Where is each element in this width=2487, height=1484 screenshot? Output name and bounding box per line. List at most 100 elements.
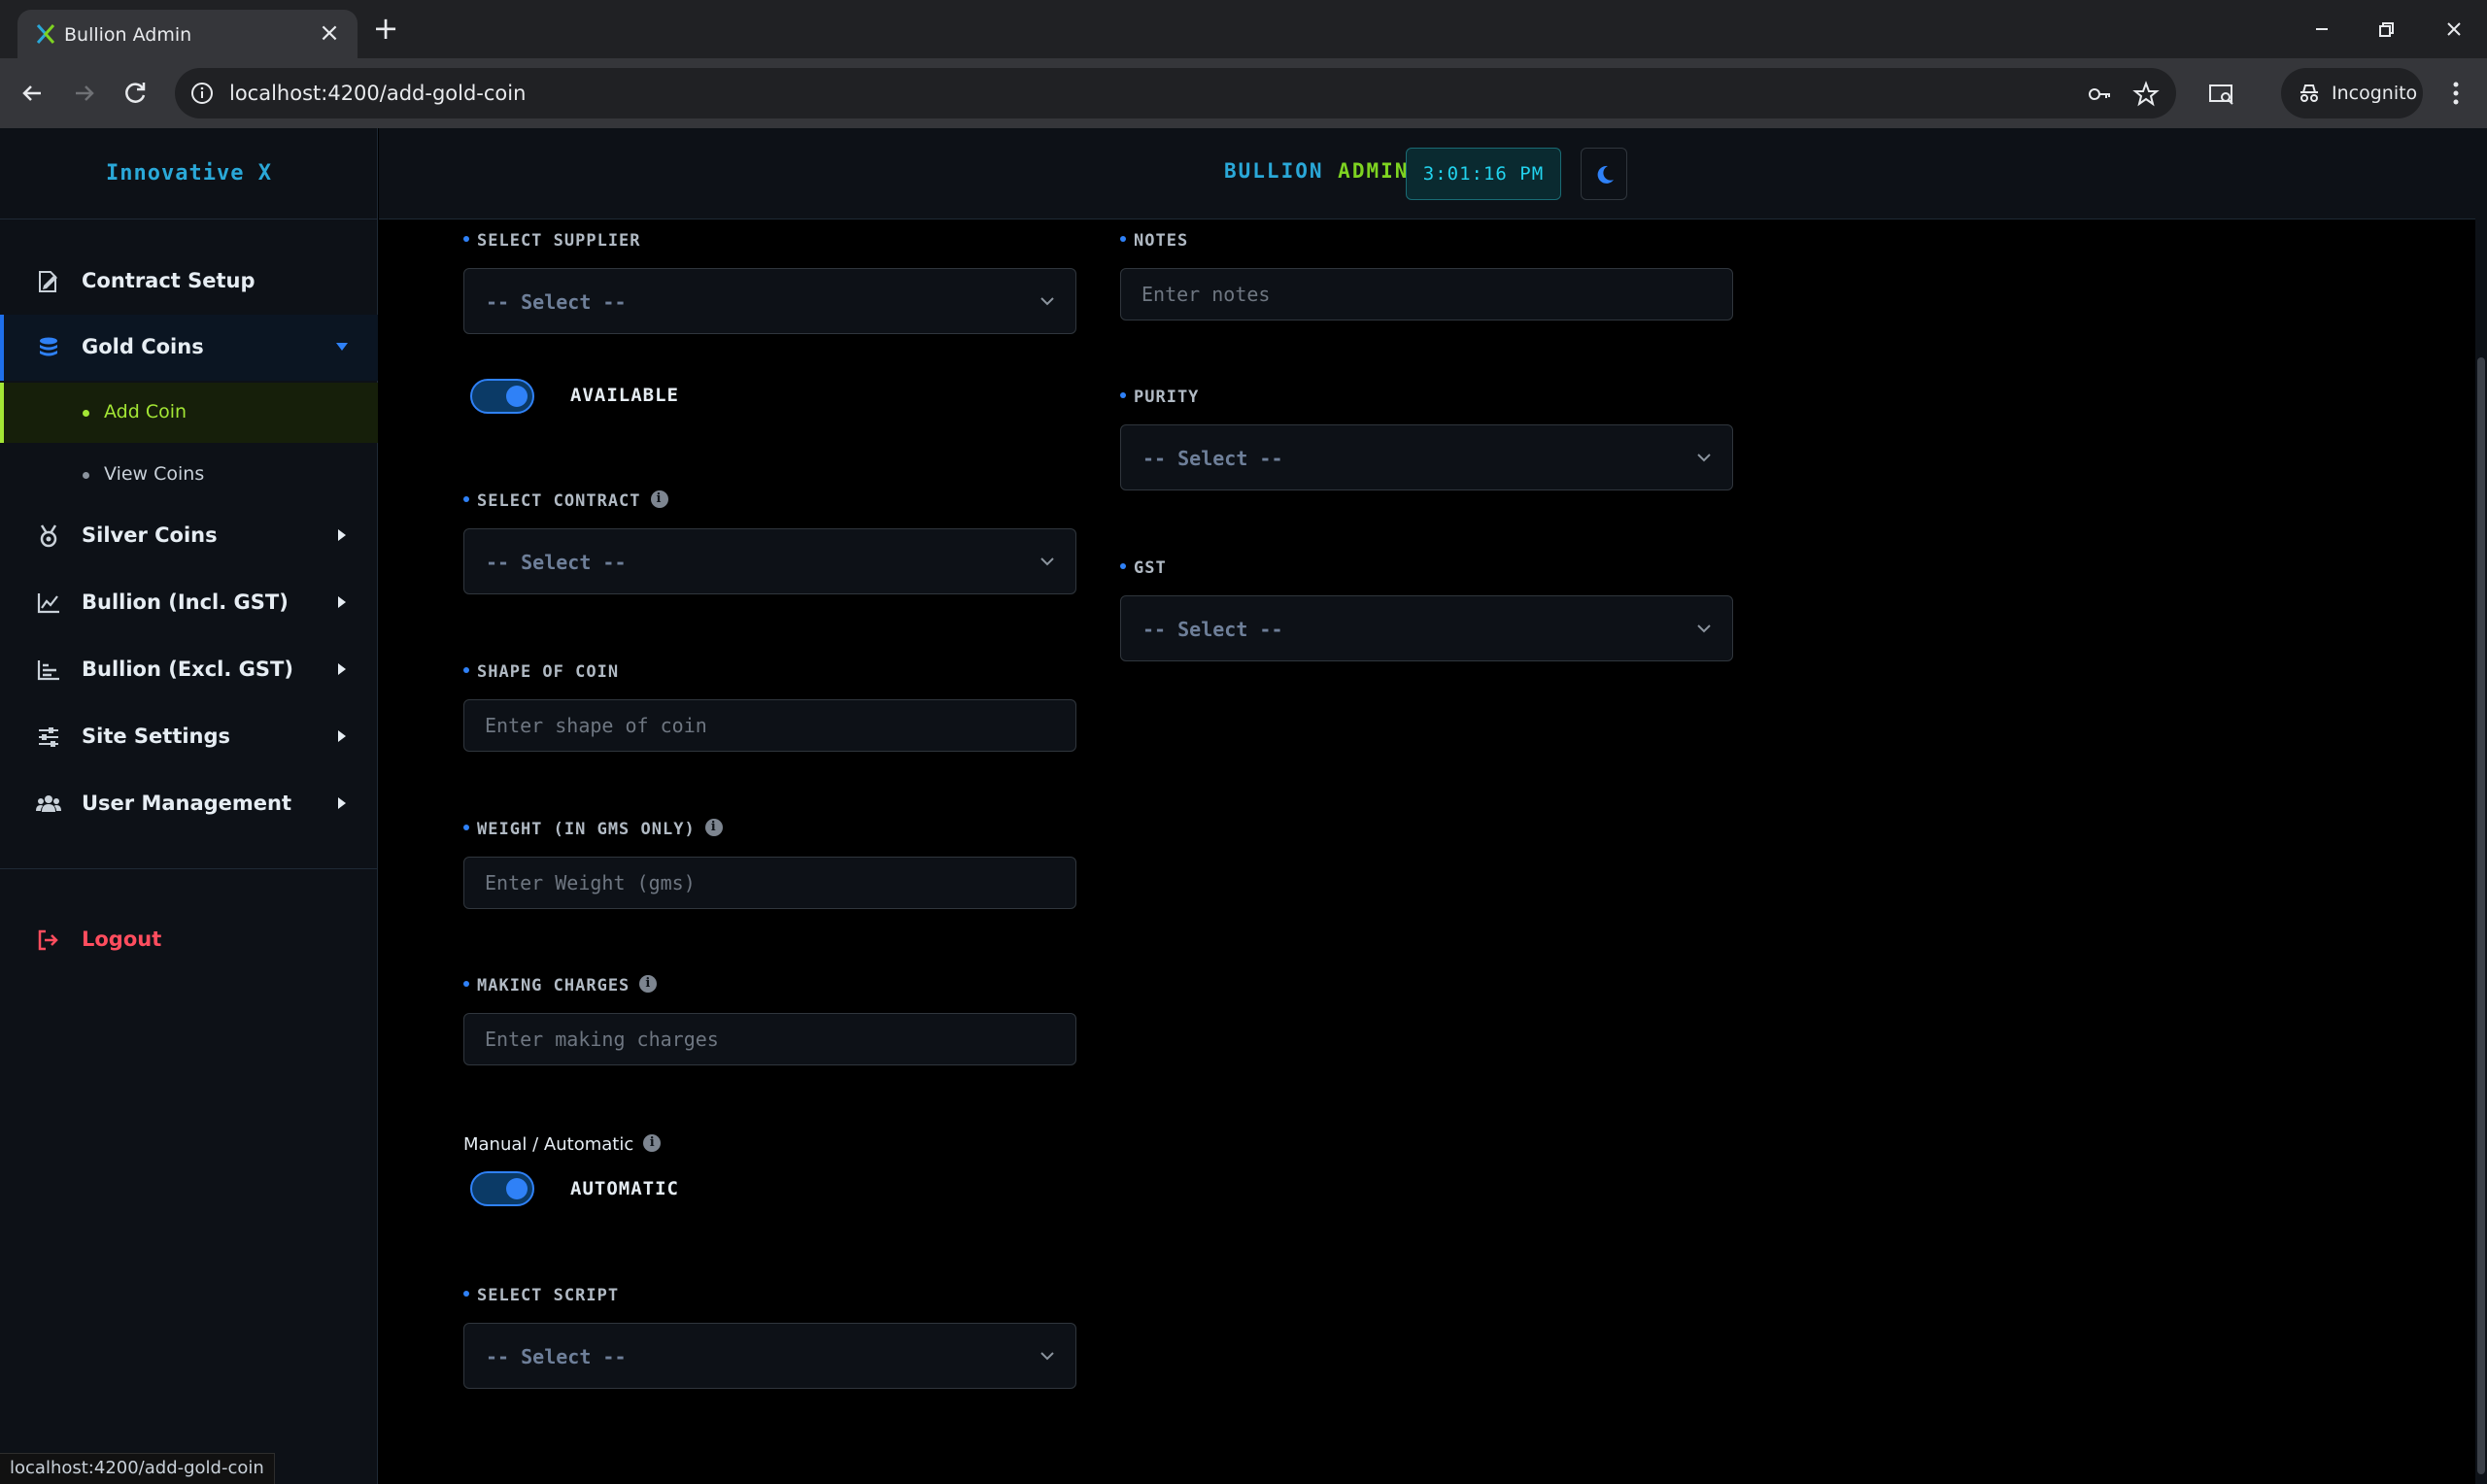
sidebar-subitem-label: Add Coin xyxy=(104,401,187,422)
required-dot-icon xyxy=(463,236,469,242)
coins-stack-icon xyxy=(40,337,57,356)
sidebar-subitem-add-coin[interactable]: Add Coin xyxy=(0,383,378,443)
required-dot-icon xyxy=(463,496,469,502)
browser-tab[interactable]: Bullion Admin × xyxy=(17,10,358,58)
weight-input[interactable] xyxy=(463,857,1076,909)
theme-toggle-button[interactable] xyxy=(1581,148,1627,200)
restore-icon[interactable] xyxy=(2367,10,2405,49)
mode-label: Manual / Automatic i xyxy=(463,1134,662,1155)
logout-button[interactable]: Logout xyxy=(0,907,378,973)
sidebar-item-silver-coins[interactable]: Silver Coins xyxy=(0,503,378,569)
required-dot-icon xyxy=(463,825,469,830)
bookmark-star-icon[interactable] xyxy=(2131,80,2161,109)
supplier-select-value: -- Select -- xyxy=(486,290,627,314)
caret-right-icon xyxy=(338,529,346,541)
making-charges-input[interactable] xyxy=(463,1013,1076,1065)
new-tab-icon[interactable]: + xyxy=(369,13,402,46)
title-part-admin: ADMIN xyxy=(1338,159,1410,183)
sidebar-item-contract-setup[interactable]: Contract Setup xyxy=(0,249,378,315)
toggle-knob xyxy=(506,1178,528,1199)
browser-tab-strip: Bullion Admin × + xyxy=(0,0,2487,58)
script-select[interactable]: -- Select -- xyxy=(463,1323,1076,1389)
incognito-badge[interactable]: Incognito xyxy=(2281,68,2423,118)
incognito-label: Incognito xyxy=(2332,83,2418,104)
sidebar-subitem-label: View Coins xyxy=(104,463,205,485)
page-title: BULLION ADMIN xyxy=(1224,159,1409,183)
required-dot-icon xyxy=(1120,392,1126,398)
scrollbar-thumb[interactable] xyxy=(2477,357,2485,1474)
supplier-select[interactable]: -- Select -- xyxy=(463,268,1076,334)
sidebar-divider xyxy=(0,868,378,869)
required-dot-icon xyxy=(1120,236,1126,242)
incognito-icon xyxy=(2300,84,2318,102)
sidebar-item-label: Bullion (Incl. GST) xyxy=(82,590,289,614)
shape-label: SHAPE OF COIN xyxy=(463,662,619,682)
sidebar-item-label: Site Settings xyxy=(82,725,231,748)
caret-right-icon xyxy=(338,596,346,608)
sidebar-item-label: Gold Coins xyxy=(82,335,204,358)
page-scrollbar[interactable] xyxy=(2475,128,2487,1484)
sidebar-item-user-management[interactable]: User Management xyxy=(0,771,378,837)
gst-label: GST xyxy=(1120,558,1167,578)
info-icon[interactable]: i xyxy=(643,1134,662,1152)
notes-input[interactable] xyxy=(1120,268,1733,320)
purity-select[interactable]: -- Select -- xyxy=(1120,424,1733,490)
supplier-label: SELECT SUPPLIER xyxy=(463,231,641,251)
reload-icon[interactable] xyxy=(117,74,155,113)
sidebar-subitem-view-coins[interactable]: View Coins xyxy=(0,445,378,505)
chevron-down-icon xyxy=(1040,557,1054,566)
purity-select-value: -- Select -- xyxy=(1142,447,1283,470)
contract-select[interactable]: -- Select -- xyxy=(463,528,1076,594)
logout-label: Logout xyxy=(82,928,162,951)
contract-label: SELECT CONTRACT i xyxy=(463,490,668,511)
sidebar-item-bullion-incl-gst[interactable]: Bullion (Incl. GST) xyxy=(0,570,378,636)
tab-close-icon[interactable]: × xyxy=(315,18,344,48)
mode-state-label: AUTOMATIC xyxy=(570,1178,679,1199)
sidebar-item-label: Silver Coins xyxy=(82,523,218,547)
clock-display: 3:01:16 PM xyxy=(1406,148,1561,200)
sidebar: Innovative X Contract Setup Gold Coins A… xyxy=(0,128,378,1484)
medal-icon xyxy=(40,524,57,548)
required-dot-icon xyxy=(1120,563,1126,569)
contract-select-value: -- Select -- xyxy=(486,551,627,574)
address-bar[interactable]: localhost:4200/add-gold-coin xyxy=(175,68,2176,118)
gst-select[interactable]: -- Select -- xyxy=(1120,595,1733,661)
caret-down-icon xyxy=(336,343,348,351)
caret-right-icon xyxy=(338,730,346,742)
forward-icon[interactable] xyxy=(64,74,103,113)
browser-menu-icon[interactable] xyxy=(2436,72,2475,115)
sidebar-item-label: Bullion (Excl. GST) xyxy=(82,658,293,681)
moon-icon xyxy=(1597,165,1614,184)
tab-search-icon[interactable] xyxy=(2207,80,2236,109)
close-window-icon[interactable] xyxy=(2435,10,2473,49)
chevron-down-icon xyxy=(1697,454,1711,462)
script-select-value: -- Select -- xyxy=(486,1345,627,1368)
making-charges-label: MAKING CHARGES i xyxy=(463,975,658,995)
site-info-icon[interactable] xyxy=(188,80,216,107)
gst-select-value: -- Select -- xyxy=(1142,618,1283,641)
bullet-dot-icon xyxy=(83,472,89,479)
info-icon[interactable]: i xyxy=(704,819,723,836)
sliders-icon xyxy=(39,727,58,747)
available-toggle[interactable] xyxy=(470,379,534,414)
chevron-down-icon xyxy=(1697,624,1711,633)
app-root: Innovative X Contract Setup Gold Coins A… xyxy=(0,128,2487,1484)
required-dot-icon xyxy=(463,981,469,987)
back-icon[interactable] xyxy=(14,74,52,113)
brand-logo[interactable]: Innovative X xyxy=(0,128,378,219)
sidebar-item-site-settings[interactable]: Site Settings xyxy=(0,704,378,770)
sidebar-item-label: Contract Setup xyxy=(82,269,256,292)
shape-input[interactable] xyxy=(463,699,1076,752)
status-bar-url: localhost:4200/add-gold-coin xyxy=(0,1453,275,1484)
info-icon[interactable]: i xyxy=(639,975,658,993)
sidebar-item-gold-coins[interactable]: Gold Coins xyxy=(0,315,378,381)
required-dot-icon xyxy=(463,667,469,673)
tab-title: Bullion Admin xyxy=(64,24,192,46)
top-header: BULLION ADMIN 3:01:16 PM xyxy=(379,128,2475,219)
info-icon[interactable]: i xyxy=(650,490,668,508)
password-key-icon[interactable] xyxy=(2085,80,2114,109)
file-signature-icon xyxy=(39,271,57,292)
sidebar-item-bullion-excl-gst[interactable]: Bullion (Excl. GST) xyxy=(0,637,378,703)
minimize-icon[interactable] xyxy=(2302,10,2341,49)
mode-toggle[interactable] xyxy=(470,1171,534,1206)
